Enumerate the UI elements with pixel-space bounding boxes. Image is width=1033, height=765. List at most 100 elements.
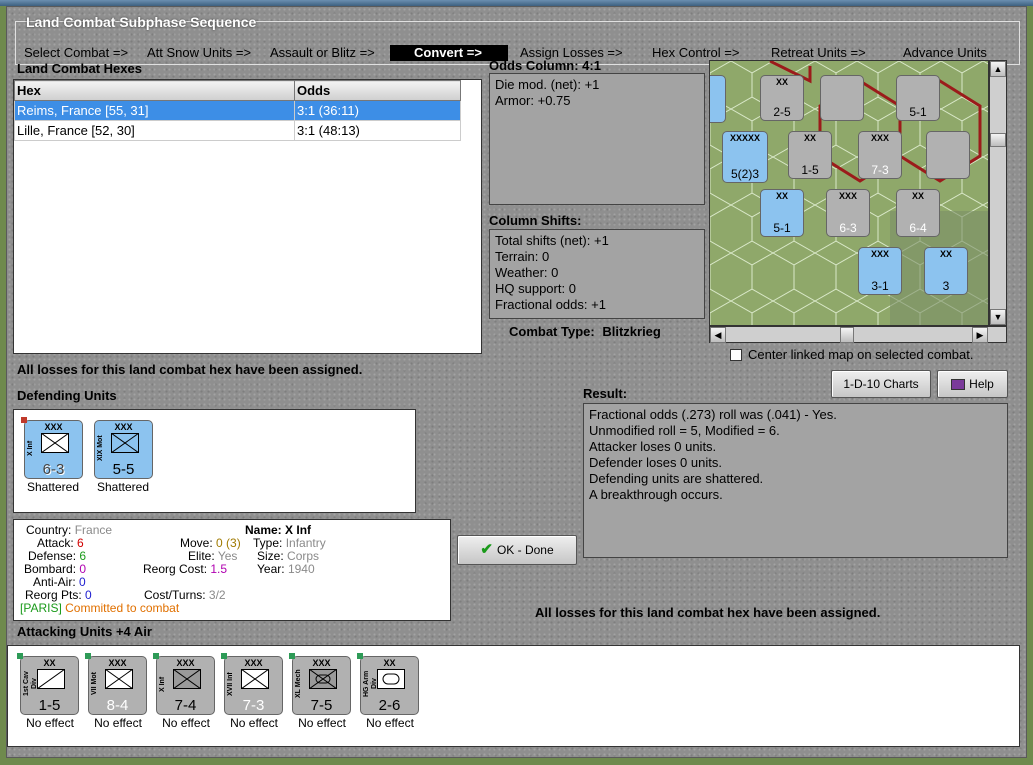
year-label: Year: bbox=[257, 562, 285, 576]
scroll-left-icon[interactable]: ◀ bbox=[710, 327, 726, 343]
counter-value: 6-4 bbox=[909, 221, 927, 235]
phase-step-select-combat[interactable]: Select Combat => bbox=[24, 45, 128, 60]
counter-value: 5-1 bbox=[909, 105, 927, 119]
defense-label: Defense: bbox=[28, 549, 77, 563]
scroll-up-icon[interactable]: ▲ bbox=[990, 61, 1006, 77]
center-map-label: Center linked map on selected combat. bbox=[748, 347, 974, 362]
infantry-symbol-icon bbox=[241, 669, 269, 689]
mini-map[interactable]: XX 2-5 5-1 XXXXX 5(2)3 XX 1-5 XXX 7-3 XX… bbox=[709, 60, 989, 326]
counter-name: X Inf bbox=[27, 440, 34, 456]
country-value: France bbox=[74, 523, 113, 537]
mech-symbol-icon bbox=[309, 669, 337, 689]
counter-name: XL Mech bbox=[295, 669, 302, 699]
reorg-cost-label: Reorg Cost: bbox=[143, 562, 208, 576]
scroll-right-icon[interactable]: ▶ bbox=[972, 327, 988, 343]
counter-value: 7-3 bbox=[242, 697, 265, 714]
phase-title: Land Combat Subphase Sequence bbox=[26, 14, 257, 30]
column-header-odds[interactable]: Odds bbox=[294, 80, 461, 101]
odds-cell: 3:1 (48:13) bbox=[294, 120, 461, 141]
map-counter[interactable]: XX 2-5 bbox=[760, 75, 804, 121]
antiair-value: 0 bbox=[79, 575, 86, 589]
attacking-unit-counter[interactable]: XX 1st Cav Div 1-5 bbox=[17, 653, 79, 715]
counter-size: XXX bbox=[838, 191, 857, 201]
map-counter[interactable]: XX 5-1 bbox=[760, 189, 804, 237]
unit-status: No effect bbox=[298, 716, 346, 730]
counter-value: 8-4 bbox=[106, 697, 129, 714]
column-header-hex[interactable]: Hex bbox=[14, 80, 295, 101]
type-label: Type: bbox=[253, 536, 283, 550]
unit-status: No effect bbox=[230, 716, 278, 730]
counter-value: 2-6 bbox=[378, 697, 401, 714]
center-map-checkbox[interactable] bbox=[730, 349, 742, 361]
cost-turns-label: Cost/Turns: bbox=[144, 588, 206, 602]
result-line: Unmodified roll = 5, Modified = 6. bbox=[589, 423, 780, 438]
phase-step-att-snow-units[interactable]: Att Snow Units => bbox=[147, 45, 251, 60]
map-counter[interactable]: XX 3 bbox=[924, 247, 968, 295]
odds-panel: Die mod. (net): +1 Armor: +0.75 bbox=[489, 73, 705, 205]
infantry-symbol-icon bbox=[173, 669, 201, 689]
attacking-unit-counter[interactable]: XXX XVII Inf 7-3 bbox=[221, 653, 283, 715]
map-counter[interactable]: XXXXX 5(2)3 bbox=[722, 131, 768, 183]
counter-value: 2-5 bbox=[773, 105, 791, 119]
map-counter[interactable]: XXX 7-3 bbox=[858, 131, 902, 179]
attacking-unit-counter[interactable]: XX HG Arm Div 2-6 bbox=[357, 653, 419, 715]
cost-turns-value: 3/2 bbox=[208, 588, 226, 602]
counter-name: XIX Mot bbox=[97, 435, 104, 461]
counter-value: 1-5 bbox=[801, 163, 819, 177]
result-line: Fractional odds (.273) roll was (.041) -… bbox=[589, 407, 837, 422]
map-counter[interactable]: XXX 3-1 bbox=[858, 247, 902, 295]
counter-size: XXX bbox=[870, 133, 889, 143]
map-vertical-scrollbar[interactable]: ▲ ▼ bbox=[989, 60, 1007, 326]
counter-size: XX bbox=[775, 191, 788, 201]
help-label: Help bbox=[969, 377, 994, 391]
table-row[interactable]: Lille, France [52, 30] 3:1 (48:13) bbox=[14, 120, 461, 141]
assigned-message: All losses for this land combat hex have… bbox=[535, 605, 881, 620]
scroll-down-icon[interactable]: ▼ bbox=[990, 309, 1006, 325]
unit-status: No effect bbox=[366, 716, 414, 730]
phase-step-advance-units[interactable]: Advance Units bbox=[903, 45, 987, 60]
scroll-thumb[interactable] bbox=[990, 133, 1006, 147]
shift-line: Total shifts (net): +1 bbox=[495, 233, 609, 248]
help-button[interactable]: Help bbox=[937, 370, 1008, 398]
map-counter[interactable]: XX 1-5 bbox=[788, 131, 832, 179]
scroll-thumb[interactable] bbox=[840, 327, 854, 343]
bombard-label: Bombard: bbox=[24, 562, 77, 576]
defending-units-panel: XXX X Inf 6-3 Shattered XXX XIX Mot 5-5 … bbox=[13, 409, 416, 513]
unit-status: No effect bbox=[162, 716, 210, 730]
armor-symbol-icon bbox=[377, 669, 405, 689]
phase-step-hex-control[interactable]: Hex Control => bbox=[652, 45, 739, 60]
book-icon bbox=[951, 379, 966, 391]
defending-unit-counter[interactable]: XXX XIX Mot 5-5 bbox=[94, 420, 153, 479]
charts-button[interactable]: 1-D-10 Charts bbox=[831, 370, 931, 398]
attack-value: 6 bbox=[77, 536, 84, 550]
result-line: A breakthrough occurs. bbox=[589, 487, 723, 502]
map-counter-air[interactable] bbox=[926, 131, 970, 179]
reorg-pts-value: 0 bbox=[85, 588, 92, 602]
map-counter[interactable] bbox=[710, 75, 726, 123]
result-line: Attacker loses 0 units. bbox=[589, 439, 717, 454]
map-counter[interactable]: XXX 6-3 bbox=[826, 189, 870, 237]
map-counter[interactable]: XX 6-4 bbox=[896, 189, 940, 237]
elite-label: Elite: bbox=[188, 549, 215, 563]
attacking-unit-counter[interactable]: XXX X Inf 7-4 bbox=[153, 653, 215, 715]
size-value: Corps bbox=[287, 549, 320, 563]
reorg-cost-value: 1.5 bbox=[210, 562, 228, 576]
phase-step-retreat-units[interactable]: Retreat Units => bbox=[771, 45, 866, 60]
combat-type: Combat Type: Blitzkrieg bbox=[509, 324, 661, 339]
phase-step-assault-or-blitz[interactable]: Assault or Blitz => bbox=[270, 45, 375, 60]
attacking-unit-counter[interactable]: XXX XL Mech 7-5 bbox=[289, 653, 351, 715]
table-row[interactable]: Reims, France [55, 31] 3:1 (36:11) bbox=[14, 100, 461, 121]
map-horizontal-scrollbar[interactable]: ◀ ▶ bbox=[709, 326, 1007, 343]
attacking-unit-counter[interactable]: XXX VII Mot 8-4 bbox=[85, 653, 147, 715]
move-label: Move: bbox=[180, 536, 213, 550]
infantry-symbol-icon bbox=[41, 433, 69, 453]
defending-unit-counter[interactable]: XXX X Inf 6-3 bbox=[21, 417, 83, 479]
counter-value: 3 bbox=[942, 279, 950, 293]
result-line: Defending units are shattered. bbox=[589, 471, 764, 486]
map-counter-air[interactable] bbox=[820, 75, 864, 121]
ok-done-button[interactable]: ✔ OK - Done bbox=[457, 535, 577, 565]
defense-value: 6 bbox=[79, 549, 87, 563]
map-counter[interactable]: 5-1 bbox=[896, 75, 940, 121]
counter-value: 6-3 bbox=[42, 461, 65, 478]
motorized-symbol-icon bbox=[111, 433, 139, 453]
